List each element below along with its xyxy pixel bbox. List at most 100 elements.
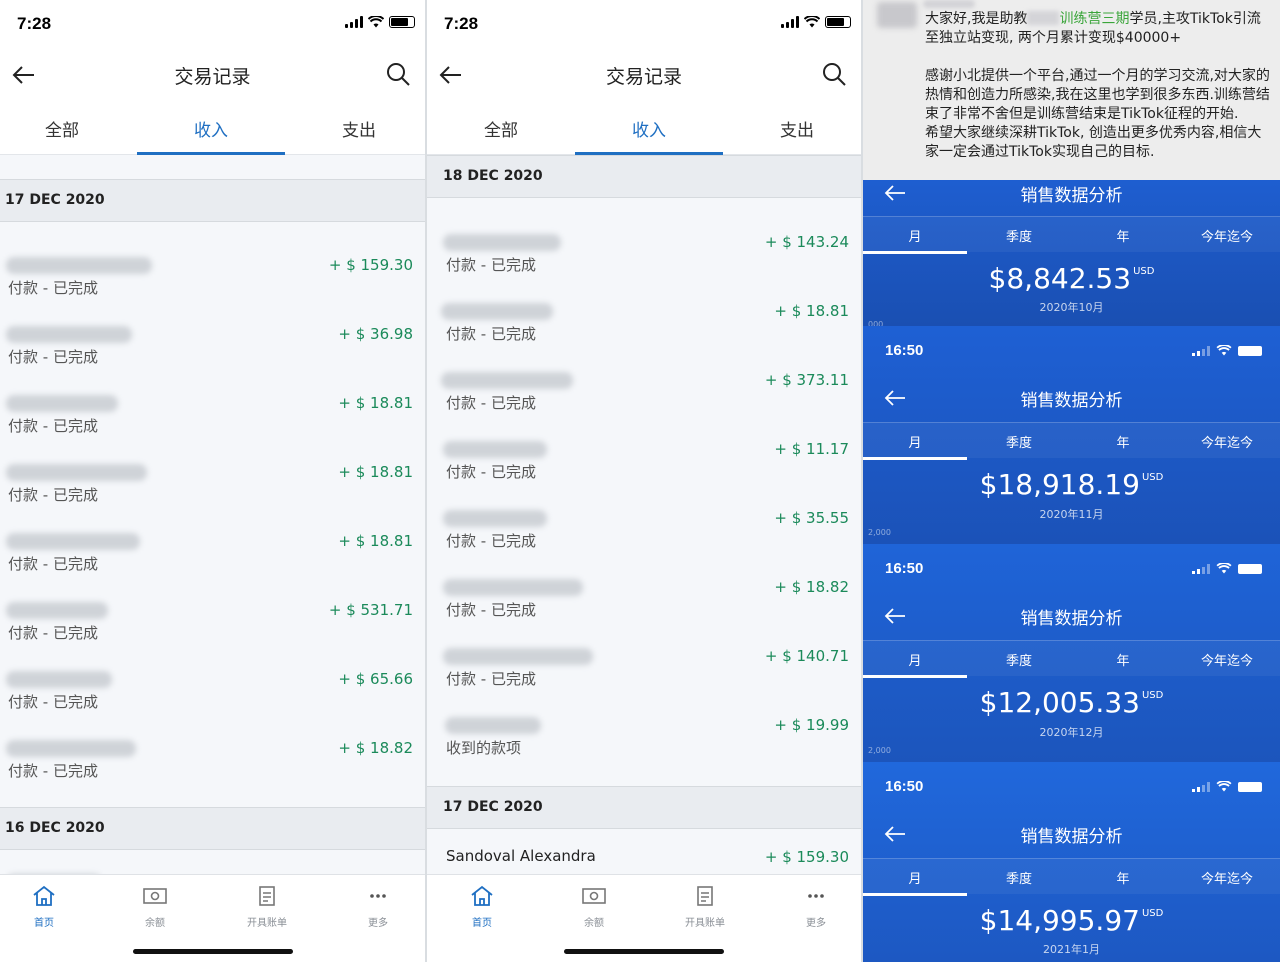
filter-tabs: 全部 收入 支出 xyxy=(0,98,425,155)
search-icon[interactable] xyxy=(385,61,411,87)
tabbar-home[interactable]: 首页 xyxy=(442,885,522,929)
date-header: 17 DEC 2020 xyxy=(0,179,425,222)
sales-amount: $8,842.53 USD xyxy=(988,262,1155,295)
transaction-row[interactable]: 付款 - 已完成 + $ 65.66 xyxy=(0,657,425,726)
transaction-amount: + $ 19.99 xyxy=(774,716,849,734)
blurred-payer-name xyxy=(6,740,136,757)
status-time: 16:50 xyxy=(885,342,924,359)
page-title: 交易记录 xyxy=(174,66,251,88)
tab-ytd[interactable]: 今年迄今 xyxy=(1175,432,1279,451)
invoice-icon xyxy=(259,886,275,906)
search-icon[interactable] xyxy=(821,61,847,87)
tab-month[interactable]: 月 xyxy=(863,226,967,245)
tab-quarter[interactable]: 季度 xyxy=(967,650,1071,669)
tab-expense[interactable]: 支出 xyxy=(723,116,861,141)
transaction-row[interactable]: 付款 - 已完成 + $ 18.82 xyxy=(427,565,861,634)
home-icon xyxy=(33,885,55,906)
period-tabs: 月 季度 年 今年迄今 xyxy=(863,216,1280,254)
axis-label: 2,000 xyxy=(868,746,891,755)
tab-ytd[interactable]: 今年迄今 xyxy=(1175,226,1279,245)
transaction-row[interactable]: 付款 - 已完成 + $ 18.81 xyxy=(0,381,425,450)
tab-year[interactable]: 年 xyxy=(1071,650,1175,669)
status-bar: 7:28 xyxy=(427,0,861,52)
tabbar-invoice[interactable]: 开具账单 xyxy=(665,885,745,929)
blurred-payer-name xyxy=(443,510,547,527)
blurred-sender-name xyxy=(923,0,975,8)
transaction-row[interactable]: Sandoval Alexandra + $ 159.30 xyxy=(427,829,861,874)
sales-panel: 16:50 销售数据分析 月 季度 年 今年迄今 $14,995.97 USD 2… xyxy=(863,762,1280,962)
panel-title: 销售数据分析 xyxy=(1020,609,1123,629)
transaction-amount: + $ 140.71 xyxy=(764,647,849,665)
tabbar-invoice[interactable]: 开具账单 xyxy=(227,885,307,929)
transaction-row[interactable]: 付款 - 已完成 + $ 11.17 xyxy=(427,427,861,496)
cellular-signal-icon xyxy=(1192,781,1210,792)
sales-period: 2020年12月 xyxy=(1039,726,1104,739)
transaction-row[interactable]: 付款 - 已完成 + $ 143.24 xyxy=(427,220,861,289)
transaction-status: 付款 - 已完成 xyxy=(8,348,98,366)
blurred-payer-name xyxy=(441,303,553,320)
tabbar-more[interactable]: 更多 xyxy=(776,885,856,929)
tab-ytd[interactable]: 今年迄今 xyxy=(1175,868,1279,887)
panel-title: 销售数据分析 xyxy=(1020,391,1123,411)
tab-year[interactable]: 年 xyxy=(1071,868,1175,887)
tab-quarter[interactable]: 季度 xyxy=(967,226,1071,245)
blurred-payer-name xyxy=(443,648,593,665)
transaction-row[interactable]: 付款 - 已完成 + $ 18.81 xyxy=(0,519,425,588)
sales-amount: $18,918.19 USD xyxy=(979,468,1164,501)
transaction-row[interactable]: 付款 - 已完成 + $ 140.71 xyxy=(427,634,861,703)
tabbar-balance[interactable]: 余额 xyxy=(554,885,634,929)
tab-all[interactable]: 全部 xyxy=(0,116,136,141)
bottom-tab-bar: 首页 余额 开具账单 更多 xyxy=(427,874,861,962)
tab-expense[interactable]: 支出 xyxy=(285,116,425,141)
more-dots-icon xyxy=(370,894,386,898)
sales-panel: 16:50 销售数据分析 月 季度 年 今年迄今 $12,005.33 USD 2… xyxy=(863,544,1280,762)
transaction-status: 付款 - 已完成 xyxy=(8,762,98,780)
tab-ytd[interactable]: 今年迄今 xyxy=(1175,650,1279,669)
bottom-tab-bar: 首页 余额 开具账单 更多 xyxy=(0,874,425,962)
tab-year[interactable]: 年 xyxy=(1071,226,1175,245)
more-dots-icon xyxy=(808,894,824,898)
tab-quarter[interactable]: 季度 xyxy=(967,868,1071,887)
transaction-amount: + $ 35.55 xyxy=(774,509,849,527)
tabbar-more[interactable]: 更多 xyxy=(338,885,418,929)
payer-name: Sandoval Alexandra xyxy=(446,847,596,865)
tabbar-balance[interactable]: 余额 xyxy=(115,885,195,929)
status-time: 7:28 xyxy=(444,14,479,33)
transaction-list[interactable]: 18 DEC 2020 付款 - 已完成 + $ 143.24 付款 - 已完成 +… xyxy=(427,155,861,874)
transaction-row[interactable] xyxy=(0,850,425,874)
date-header: 16 DEC 2020 xyxy=(0,807,425,850)
transaction-status: 付款 - 已完成 xyxy=(446,532,536,550)
transaction-list[interactable]: 17 DEC 2020 付款 - 已完成 + $ 159.30 付款 - 已完成 +… xyxy=(0,155,425,874)
transaction-row[interactable]: 付款 - 已完成 + $ 36.98 xyxy=(0,312,425,381)
transaction-status: 付款 - 已完成 xyxy=(8,693,98,711)
transaction-status: 付款 - 已完成 xyxy=(8,624,98,642)
status-bar: 7:28 xyxy=(0,0,425,52)
tab-month[interactable]: 月 xyxy=(863,650,967,669)
cash-icon xyxy=(143,888,167,904)
transaction-status: 付款 - 已完成 xyxy=(8,417,98,435)
tabbar-home[interactable]: 首页 xyxy=(4,885,84,929)
wifi-icon xyxy=(368,16,384,28)
tab-month[interactable]: 月 xyxy=(863,432,967,451)
sales-panel: 销售数据分析 月 季度 年 今年迄今 $8,842.53 USD 2020年10月… xyxy=(863,180,1280,326)
transaction-row[interactable]: 付款 - 已完成 + $ 18.82 xyxy=(0,726,425,795)
period-tabs: 月 季度 年 今年迄今 xyxy=(863,422,1280,460)
tab-month[interactable]: 月 xyxy=(863,868,967,887)
blurred-avatar xyxy=(877,2,917,28)
transaction-status: 付款 - 已完成 xyxy=(446,394,536,412)
transaction-row[interactable]: 付款 - 已完成 + $ 18.81 xyxy=(427,289,861,358)
tab-quarter[interactable]: 季度 xyxy=(967,432,1071,451)
transaction-row[interactable]: 收到的款项 + $ 19.99 xyxy=(427,703,861,772)
transaction-row[interactable]: 付款 - 已完成 + $ 18.81 xyxy=(0,450,425,519)
transaction-row[interactable]: 付款 - 已完成 + $ 35.55 xyxy=(427,496,861,565)
tab-year[interactable]: 年 xyxy=(1071,432,1175,451)
tab-income[interactable]: 收入 xyxy=(575,116,723,141)
transaction-row[interactable]: 付款 - 已完成 + $ 531.71 xyxy=(0,588,425,657)
battery-icon xyxy=(825,16,851,28)
page-title: 交易记录 xyxy=(605,66,682,88)
phone-transactions-left: 7:28 交易记录 全部 收入 支出 17 DEC 2020 付款 - 已完成 +… xyxy=(0,0,425,962)
transaction-row[interactable]: 付款 - 已完成 + $ 159.30 xyxy=(0,243,425,312)
tab-all[interactable]: 全部 xyxy=(427,116,575,141)
transaction-row[interactable]: 付款 - 已完成 + $ 373.11 xyxy=(427,358,861,427)
tab-income[interactable]: 收入 xyxy=(137,116,285,141)
